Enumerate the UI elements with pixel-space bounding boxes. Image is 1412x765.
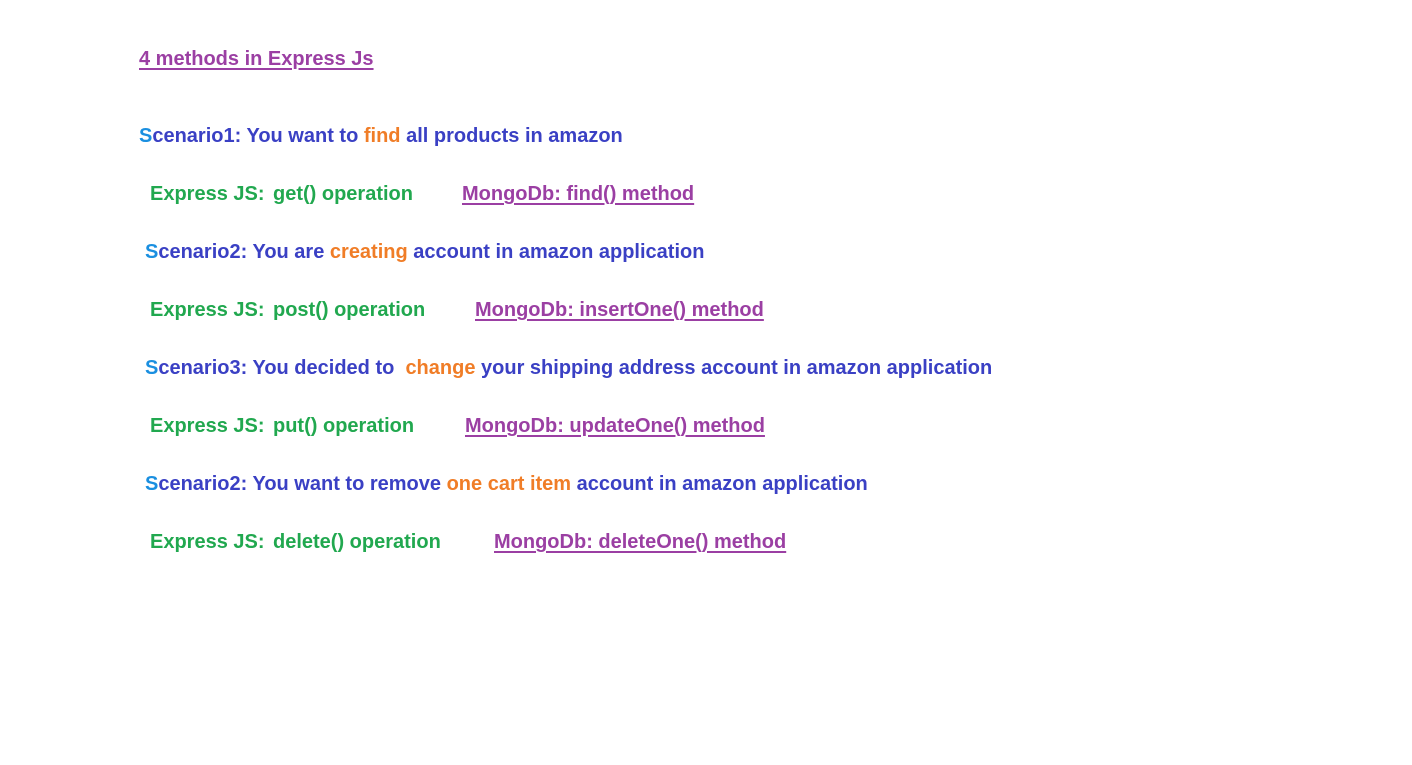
scenario-2-text-after: account in amazon application: [407, 241, 705, 263]
scenario-1-express-label: Express JS:: [150, 183, 265, 205]
scenario-2-highlight: creating: [329, 241, 408, 263]
scenario-1-text-before: cenario1: You want to: [152, 125, 364, 147]
scenario-4-text-after: account in amazon application: [571, 473, 868, 495]
scenario-1-mongo-method: MongoDb: find() method: [462, 183, 695, 205]
scenario-2-text-before: cenario2: You are: [158, 241, 330, 263]
scenario-2-express-op: post() operation: [273, 299, 426, 321]
scenario-4-highlight: one cart item: [446, 473, 572, 495]
scenario-4-line: Scenario2: You want to remove one cart i…: [145, 472, 868, 496]
scenario-4-mongo-method: MongoDb: deleteOne() method: [494, 531, 787, 553]
scenario-3-first-letter: S: [145, 357, 159, 379]
scenario-3-text-after: your shipping address account in amazon …: [475, 357, 993, 379]
scenario-1-text-after: all products in amazon: [400, 125, 623, 147]
scenario-3-express-op: put() operation: [273, 415, 415, 437]
scenario-4-text-before: cenario2: You want to remove: [158, 473, 447, 495]
scenario-4-express-op: delete() operation: [273, 531, 441, 553]
page: { "title": "4 methods in Express Js", "s…: [0, 0, 1412, 765]
scenario-3-methods: Express JS: put() operation MongoDb: upd…: [150, 414, 850, 440]
scenario-2-mongo-method: MongoDb: insertOne() method: [475, 299, 764, 321]
scenario-1-methods: Express JS: get() operation MongoDb: fin…: [150, 182, 850, 208]
scenario-3-line: Scenario3: You decided to change your sh…: [145, 356, 992, 380]
scenario-4-methods: Express JS: delete() operation MongoDb: …: [150, 530, 850, 556]
page-title: 4 methods in Express Js: [139, 48, 374, 70]
scenario-1-highlight: find: [363, 125, 401, 147]
scenario-4-express-label: Express JS:: [150, 531, 265, 553]
scenario-2-first-letter: S: [145, 241, 159, 263]
scenario-2-line: Scenario2: You are creating account in a…: [145, 240, 704, 264]
scenario-4-first-letter: S: [145, 473, 159, 495]
scenario-2-methods: Express JS: post() operation MongoDb: in…: [150, 298, 850, 324]
scenario-3-text-before: cenario3: You decided to: [158, 357, 406, 379]
scenario-1-express-op: get() operation: [273, 183, 413, 205]
scenario-3-highlight: change: [405, 357, 476, 379]
scenario-1-first-letter: S: [139, 125, 153, 147]
scenario-3-express-label: Express JS:: [150, 415, 265, 437]
scenario-1-line: Scenario1: You want to find all products…: [139, 124, 623, 148]
scenario-2-express-label: Express JS:: [150, 299, 265, 321]
scenario-3-mongo-method: MongoDb: updateOne() method: [465, 415, 765, 437]
